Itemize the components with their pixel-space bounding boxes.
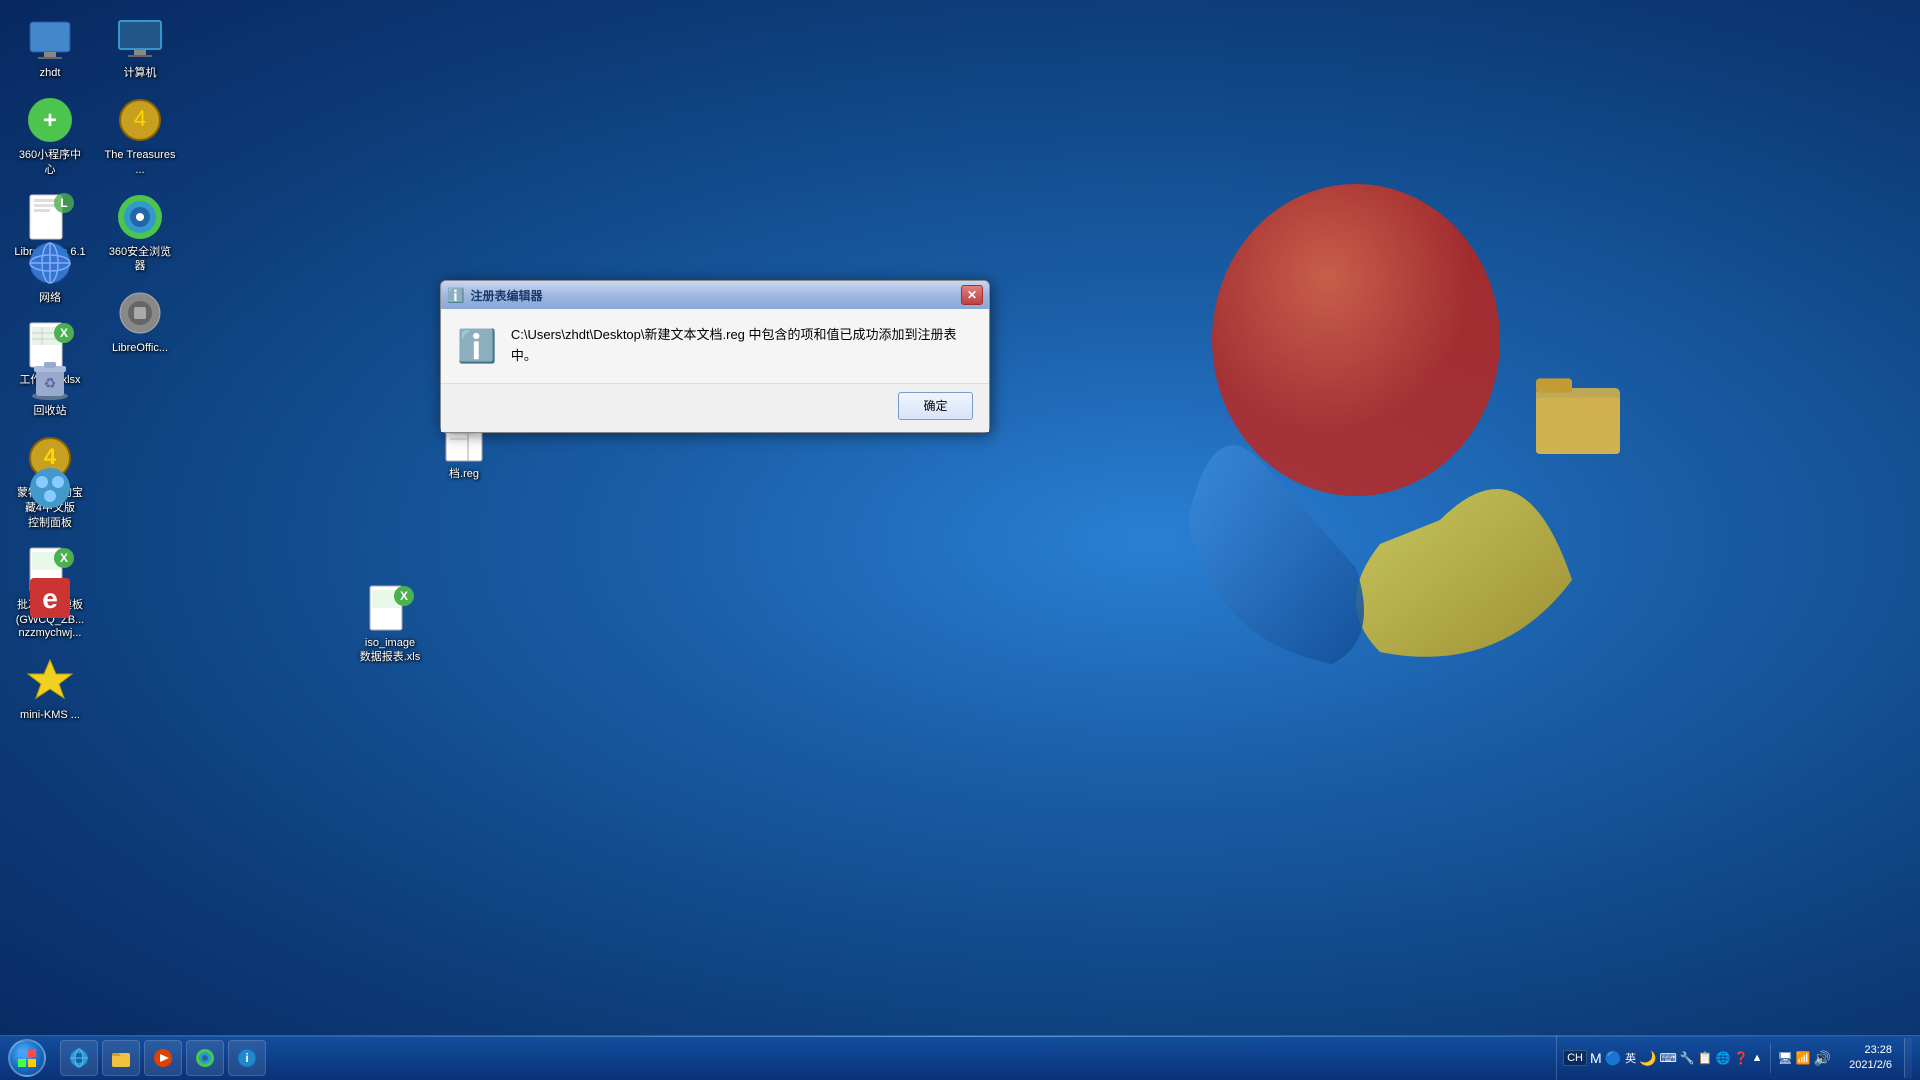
taskbar-360browser-button[interactable] — [186, 1040, 224, 1076]
desktop-icon-recycle[interactable]: ♻ 回收站 — [10, 348, 90, 422]
computer-icon — [116, 14, 164, 62]
desktop-icon-minikms[interactable]: mini-KMS ... — [10, 652, 90, 726]
controlpanel-label: 控制面板 — [28, 516, 72, 530]
nzzmychwj-icon: e — [26, 574, 74, 622]
tray-icon-settings[interactable]: 🔧 — [1680, 1051, 1695, 1065]
libreoffice2-icon — [116, 289, 164, 337]
tray-icon-antivirus[interactable]: 🔵 — [1605, 1050, 1622, 1067]
tray-icon-keyboard[interactable]: ⌨ — [1660, 1051, 1677, 1065]
tray-icon-network2[interactable]: 🌐 — [1716, 1051, 1731, 1065]
taskbar-media-button[interactable] — [144, 1040, 182, 1076]
computer-label: 计算机 — [124, 66, 157, 80]
desktop-icon-controlpanel[interactable]: 控制面板 — [10, 460, 90, 534]
registry-editor-dialog: ℹ️ 注册表编辑器 ✕ ℹ️ C:\Users\zhdt\Desktop\新建文… — [440, 280, 990, 433]
svg-text:X: X — [60, 551, 68, 565]
taskbar-ie-button[interactable] — [60, 1040, 98, 1076]
controlpanel-icon — [26, 464, 74, 512]
taskbar-right: CH M 🔵 英 🌙 ⌨ 🔧 📋 🌐 ❓ ▲ 🖥 📶 🔊 23:28 2021/… — [1548, 1036, 1920, 1080]
desktop: ✦ zhdt + — [0, 0, 1920, 1080]
tray-icon-help[interactable]: ❓ — [1734, 1051, 1749, 1065]
desktop-icon-360app[interactable]: + 360小程序中心 — [10, 92, 90, 181]
win7-logo: ✦ — [1020, 100, 1620, 700]
network-label: 网络 — [39, 291, 61, 305]
360browser-icon — [116, 193, 164, 241]
svg-text:4: 4 — [134, 106, 146, 131]
dialog-title-left: ℹ️ 注册表编辑器 — [447, 287, 542, 304]
start-orb — [8, 1039, 46, 1077]
libreoffice2-label: LibreOffic... — [112, 341, 168, 355]
dialog-ok-button[interactable]: 确定 — [898, 392, 973, 420]
lang-indicator[interactable]: CH — [1563, 1050, 1587, 1066]
desktop-icon-treasures[interactable]: 4 The Treasures ... — [100, 92, 180, 181]
tray-icon-lang-en[interactable]: 英 — [1625, 1050, 1636, 1066]
clock-date: 2021/2/6 — [1849, 1058, 1892, 1073]
desktop-icon-zhdt[interactable]: zhdt — [10, 10, 90, 84]
dialog-body: ℹ️ C:\Users\zhdt\Desktop\新建文本文档.reg 中包含的… — [441, 309, 989, 383]
show-desktop-button[interactable] — [1904, 1038, 1912, 1078]
svg-text:+: + — [43, 107, 57, 134]
taskbar: i CH M 🔵 英 🌙 ⌨ 🔧 📋 🌐 ❓ ▲ 🖥 📶 🔊 — [0, 1035, 1920, 1080]
svg-text:e: e — [42, 583, 58, 614]
desktop-icon-360browser[interactable]: 360安全浏览器 — [100, 189, 180, 278]
desktop-icon-libreoffice2[interactable]: LibreOffic... — [100, 285, 180, 359]
desktop-icon-network[interactable]: 网络 — [10, 235, 90, 309]
tray-icon-volume[interactable]: 🔊 — [1814, 1050, 1831, 1067]
treasures-label: The Treasures ... — [104, 148, 176, 177]
recycle-icon: ♻ — [26, 352, 74, 400]
tray-separator — [1770, 1043, 1771, 1073]
network-icon — [26, 239, 74, 287]
dialog-footer: 确定 — [441, 383, 989, 432]
desktop-icon-isoxls[interactable]: X iso_image数据报表.xls — [350, 580, 430, 669]
zhdt-label: zhdt — [40, 66, 61, 80]
dialog-title-text: 注册表编辑器 — [470, 287, 542, 304]
tray-icon-m[interactable]: M — [1590, 1050, 1602, 1066]
desktop-icon-computer[interactable]: 计算机 — [100, 10, 180, 84]
reg-file-label: 档.reg — [449, 467, 479, 481]
recycle-label: 回收站 — [34, 404, 67, 418]
dialog-title-icon: ℹ️ — [447, 287, 464, 304]
svg-text:L: L — [60, 196, 67, 210]
minikms-icon — [26, 656, 74, 704]
tray-icon-moon[interactable]: 🌙 — [1639, 1050, 1656, 1067]
clock-time: 23:28 — [1864, 1043, 1892, 1058]
system-tray: CH M 🔵 英 🌙 ⌨ 🔧 📋 🌐 ❓ ▲ 🖥 📶 🔊 — [1556, 1036, 1837, 1080]
tray-icon-clipboard[interactable]: 📋 — [1698, 1051, 1713, 1065]
nzzmychwj-label: nzzmychwj... — [19, 626, 82, 640]
desktop-icon-nzzmychwj[interactable]: e nzzmychwj... — [10, 570, 90, 644]
taskbar-info-button[interactable]: i — [228, 1040, 266, 1076]
360browser-label: 360安全浏览器 — [104, 245, 176, 274]
treasures-icon: 4 — [116, 96, 164, 144]
dialog-message: C:\Users\zhdt\Desktop\新建文本文档.reg 中包含的项和值… — [511, 325, 973, 367]
start-button[interactable] — [0, 1036, 54, 1080]
svg-text:i: i — [245, 1051, 248, 1065]
libreoffice61-icon: L — [26, 193, 74, 241]
360app-label: 360小程序中心 — [14, 148, 86, 177]
tray-icon-monitor[interactable]: 🖥 — [1778, 1051, 1793, 1065]
isoxls-icon: X — [366, 584, 414, 632]
minikms-label: mini-KMS ... — [20, 708, 80, 722]
zhdt-icon — [26, 14, 74, 62]
system-clock[interactable]: 23:28 2021/2/6 — [1841, 1043, 1900, 1074]
tray-icon-network3[interactable]: 📶 — [1796, 1051, 1811, 1065]
svg-text:X: X — [60, 326, 68, 340]
tray-expand[interactable]: ▲ — [1752, 1052, 1763, 1064]
svg-text:X: X — [400, 589, 408, 603]
360app-icon: + — [26, 96, 74, 144]
isoxls-label: iso_image数据报表.xls — [360, 636, 421, 665]
svg-text:♻: ♻ — [44, 375, 57, 391]
taskbar-explorer-button[interactable] — [102, 1040, 140, 1076]
dialog-info-icon: ℹ️ — [457, 327, 497, 365]
dialog-close-button[interactable]: ✕ — [961, 285, 983, 305]
taskbar-items: i — [54, 1036, 1548, 1080]
dialog-titlebar: ℹ️ 注册表编辑器 ✕ — [441, 281, 989, 309]
